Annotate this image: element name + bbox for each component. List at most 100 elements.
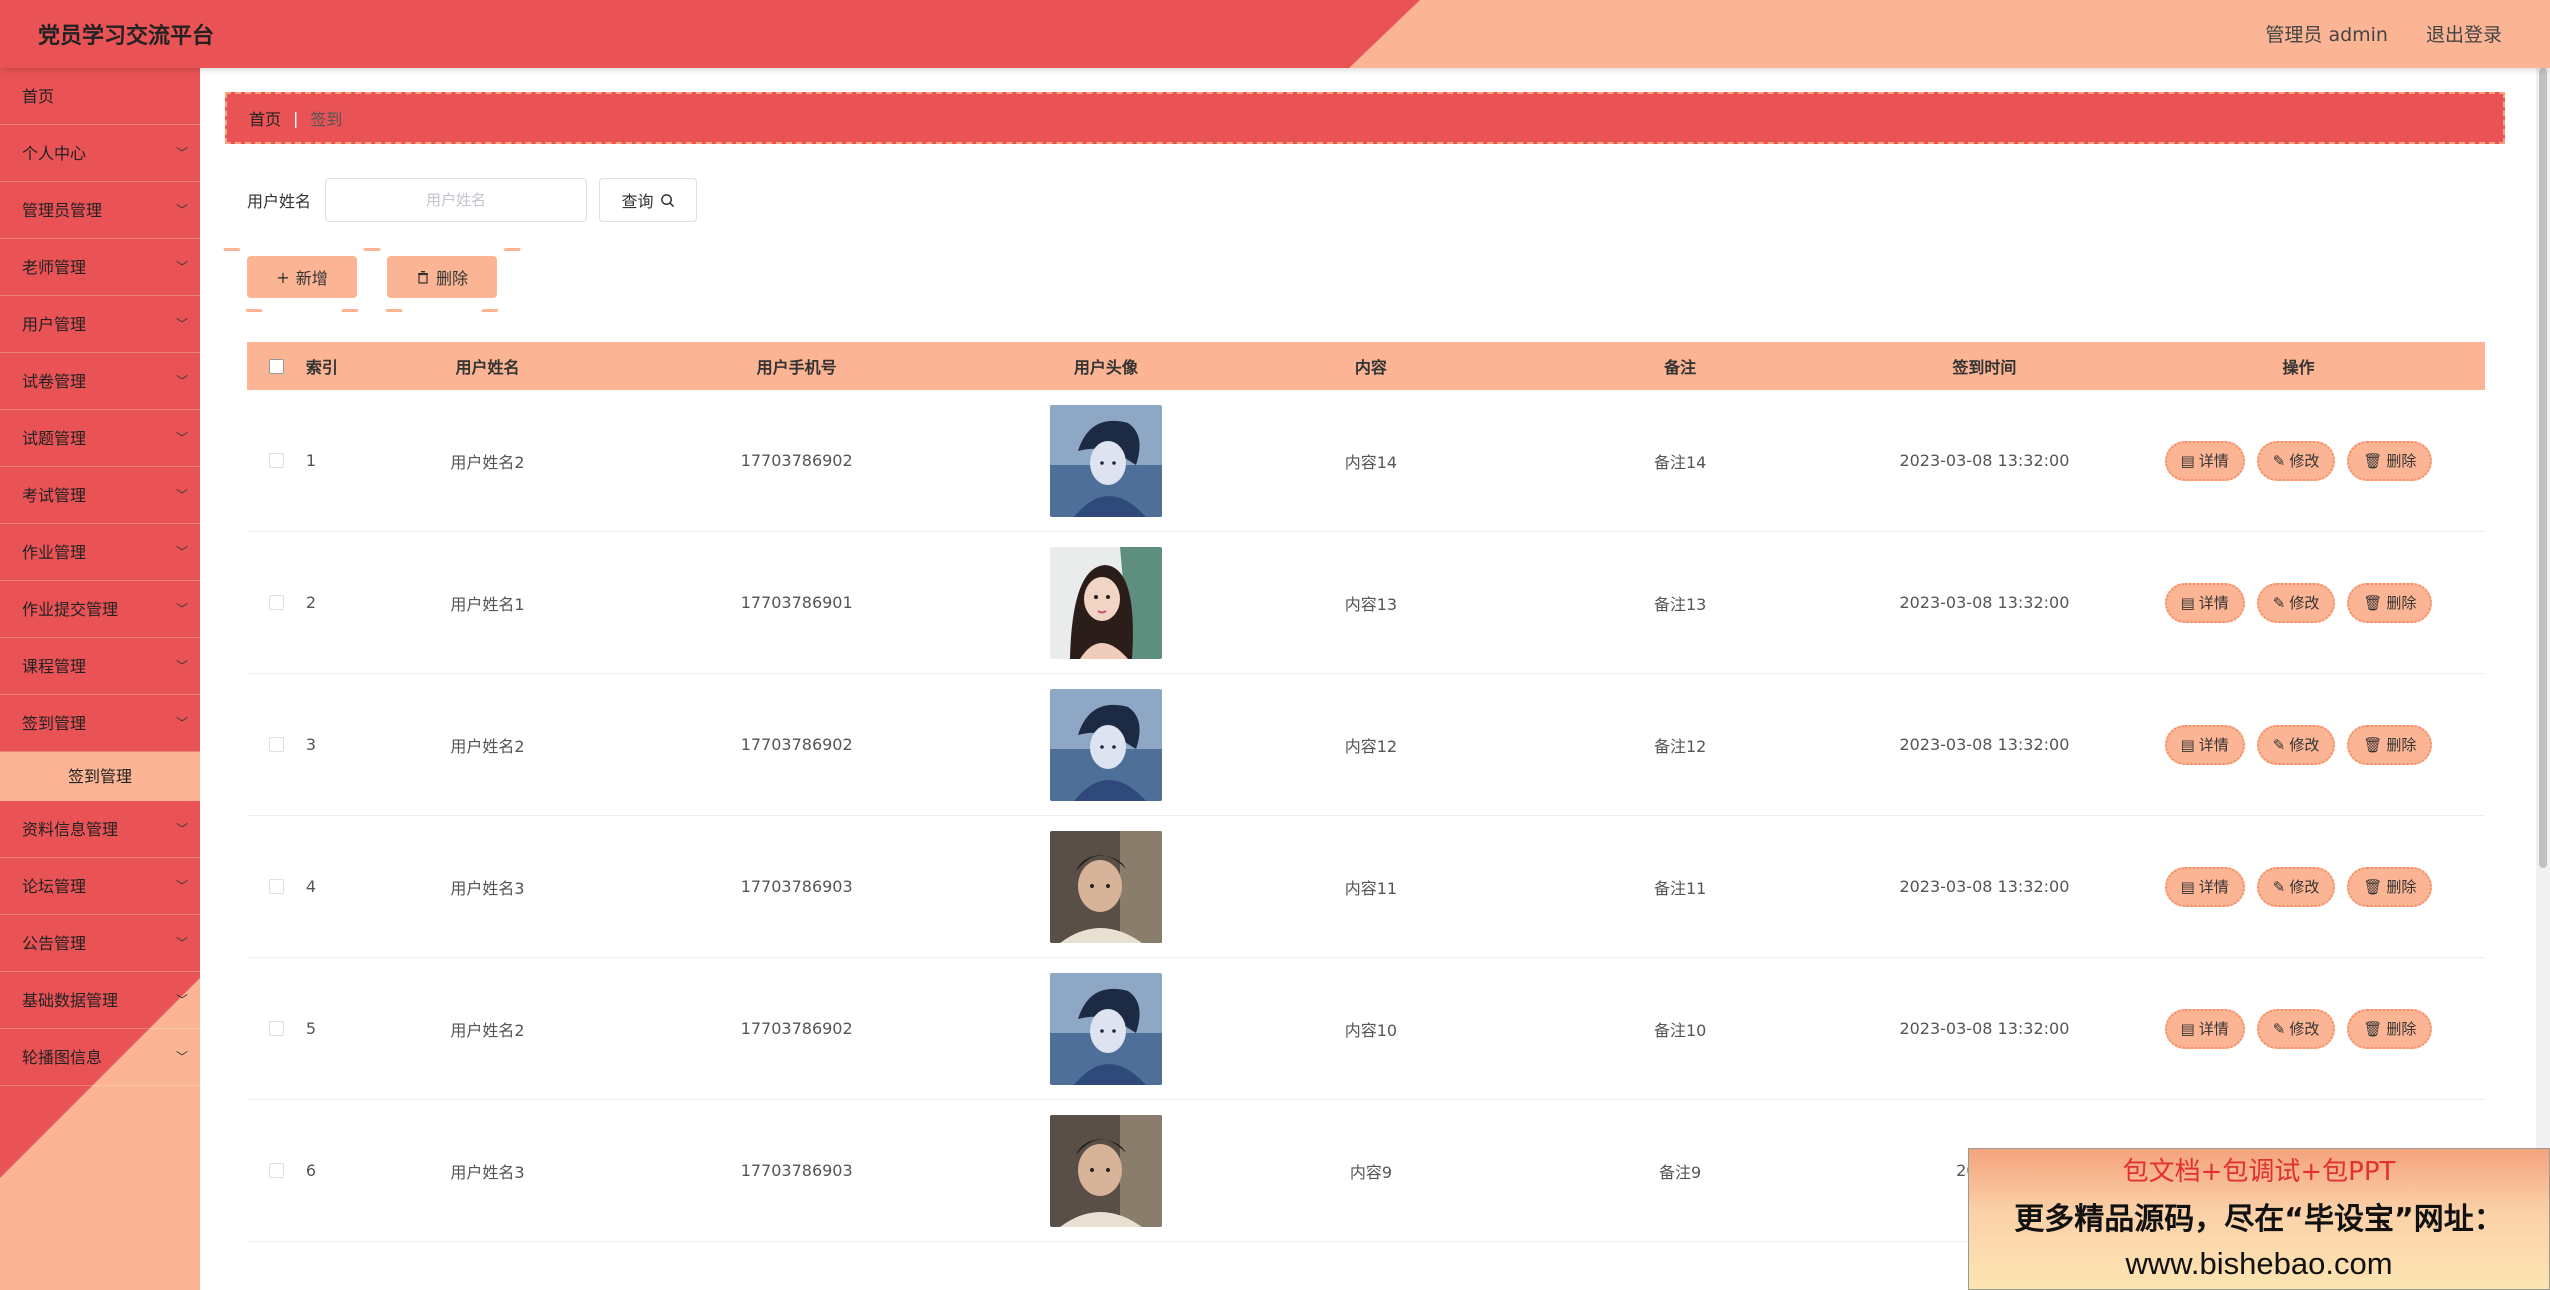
sidebar-item-after-2[interactable]: 公告管理 ﹀ (0, 915, 200, 972)
row-checkbox[interactable] (268, 1163, 284, 1178)
sidebar-item-5[interactable]: 试卷管理 ﹀ (0, 353, 200, 410)
search-bar: 用户姓名 查询 (247, 178, 698, 222)
edit-button[interactable]: ✎修改 (2256, 1008, 2336, 1049)
delete-row-button[interactable]: 🗑删除 (2347, 724, 2433, 765)
delete-row-button[interactable]: 🗑删除 (2347, 1008, 2433, 1049)
sidebar-item-label: 考试管理 (22, 486, 87, 505)
detail-button[interactable]: ▤详情 (2164, 1008, 2245, 1049)
sidebar-item-after-3[interactable]: 基础数据管理 ﹀ (0, 972, 200, 1029)
document-icon: ▤ (2180, 1019, 2195, 1038)
add-button[interactable]: + 新增 (247, 256, 357, 298)
chevron-down-icon: ﹀ (175, 260, 188, 274)
cell-time: 2023-03-08 13:32:00 (1899, 877, 2070, 896)
avatar-boy-illustration[interactable] (1049, 404, 1162, 517)
delete-label: 删除 (2386, 878, 2417, 896)
avatar-boy-illustration[interactable] (1049, 972, 1162, 1085)
chevron-down-icon: ﹀ (175, 1050, 188, 1064)
search-button[interactable]: 查询 (599, 178, 698, 222)
sidebar-item-label: 首页 (22, 87, 55, 106)
cell-phone: 17703786902 (740, 1019, 853, 1038)
edit-label: 修改 (2289, 452, 2320, 470)
cell-content: 内容10 (1344, 1020, 1398, 1040)
sidebar-item-10[interactable]: 课程管理 ﹀ (0, 638, 200, 695)
document-icon: ▤ (2180, 593, 2195, 612)
cell-content: 内容13 (1344, 594, 1398, 614)
chevron-down-icon: ﹀ (175, 488, 188, 502)
sidebar-item-8[interactable]: 作业管理 ﹀ (0, 524, 200, 581)
row-checkbox[interactable] (268, 1021, 284, 1036)
current-user[interactable]: 管理员 admin (2265, 20, 2388, 47)
sidebar-item-after-1[interactable]: 论坛管理 ﹀ (0, 858, 200, 915)
avatar-boy-photo[interactable] (1049, 830, 1162, 943)
detail-label: 详情 (2198, 452, 2229, 470)
sidebar-item-3[interactable]: 老师管理 ﹀ (0, 239, 200, 296)
page-scrollbar[interactable] (2536, 68, 2550, 1290)
sidebar-item-7[interactable]: 考试管理 ﹀ (0, 467, 200, 524)
sidebar-item-label: 个人中心 (22, 144, 87, 163)
watermark-url: www.bishebao.com (2125, 1246, 2393, 1281)
breadcrumb-home[interactable]: 首页 (249, 106, 281, 130)
document-icon: ▤ (2180, 735, 2195, 754)
sidebar-item-after-4[interactable]: 轮播图信息 ﹀ (0, 1029, 200, 1086)
cell-time: 2023-03-08 13:32:00 (1899, 1019, 2070, 1038)
delete-row-button[interactable]: 🗑删除 (2347, 582, 2433, 623)
cell-index: 2 (305, 593, 317, 612)
avatar-boy-illustration[interactable] (1049, 688, 1162, 801)
main-content: 首页 | 签到 用户姓名 查询 + 新增 删除 索引 用户姓名 用户手机号 用户… (200, 68, 2550, 1290)
batch-delete-button[interactable]: 删除 (387, 256, 497, 298)
sidebar-subitem-signin[interactable]: 签到管理 (0, 752, 200, 801)
scrollbar-thumb[interactable] (2539, 68, 2547, 868)
row-checkbox[interactable] (268, 453, 284, 468)
sidebar-item-label: 试卷管理 (22, 372, 87, 391)
sidebar-item-label: 论坛管理 (22, 877, 87, 896)
logout-link[interactable]: 退出登录 (2426, 20, 2502, 47)
trash-icon: 🗑 (2363, 1019, 2383, 1038)
edit-button[interactable]: ✎修改 (2256, 440, 2336, 481)
search-input[interactable] (325, 178, 588, 222)
promo-watermark: 包文档+包调试+包PPT 更多精品源码，尽在“毕设宝”网址： www.bishe… (1968, 1148, 2550, 1290)
delete-row-button[interactable]: 🗑删除 (2347, 866, 2433, 907)
detail-label: 详情 (2198, 1020, 2229, 1038)
cell-time: 2023-03-08 13:32:00 (1899, 735, 2070, 754)
detail-button[interactable]: ▤详情 (2164, 582, 2245, 623)
table-row: 1 用户姓名2 17703786902 内容14 备注14 2023-03-08 13:3… (247, 390, 2485, 532)
table-row: 3 用户姓名2 17703786902 内容12 备注12 2023-03-08 13:3… (247, 674, 2485, 816)
edit-button[interactable]: ✎修改 (2256, 582, 2336, 623)
sidebar-item-4[interactable]: 用户管理 ﹀ (0, 296, 200, 353)
edit-button[interactable]: ✎修改 (2256, 724, 2336, 765)
sidebar-item-0[interactable]: 首页 (0, 68, 200, 125)
edit-label: 修改 (2289, 878, 2320, 896)
table-header: 索引 用户姓名 用户手机号 用户头像 内容 备注 签到时间 操作 (247, 342, 2485, 390)
row-checkbox[interactable] (268, 737, 284, 752)
delete-label: 删除 (2386, 1020, 2417, 1038)
row-checkbox[interactable] (268, 595, 284, 610)
avatar-boy-photo[interactable] (1049, 1114, 1162, 1227)
cell-note: 备注12 (1653, 736, 1707, 756)
header-note: 备注 (1664, 358, 1697, 377)
edit-button[interactable]: ✎修改 (2256, 866, 2336, 907)
sidebar-item-6[interactable]: 试题管理 ﹀ (0, 410, 200, 467)
sidebar-item-label: 试题管理 (22, 429, 87, 448)
delete-row-button[interactable]: 🗑删除 (2347, 440, 2433, 481)
sidebar-item-after-0[interactable]: 资料信息管理 ﹀ (0, 801, 200, 858)
cell-content: 内容14 (1344, 452, 1398, 472)
detail-button[interactable]: ▤详情 (2164, 724, 2245, 765)
chevron-down-icon: ﹀ (175, 545, 188, 559)
chevron-down-icon: ﹀ (175, 716, 188, 730)
delete-button-label: 删除 (435, 269, 468, 288)
sidebar-item-11[interactable]: 签到管理 ﹀ (0, 695, 200, 752)
header-index: 索引 (305, 358, 338, 377)
select-all-checkbox[interactable] (268, 358, 284, 374)
detail-button[interactable]: ▤详情 (2164, 866, 2245, 907)
edit-label: 修改 (2289, 736, 2320, 754)
cell-note: 备注9 (1659, 1162, 1702, 1182)
sidebar-item-1[interactable]: 个人中心 ﹀ (0, 125, 200, 182)
sidebar-item-2[interactable]: 管理员管理 ﹀ (0, 182, 200, 239)
header-user-area: 管理员 admin 退出登录 (2265, 20, 2502, 47)
row-checkbox[interactable] (268, 879, 284, 894)
header-actions: 操作 (2282, 358, 2315, 377)
edit-label: 修改 (2289, 594, 2320, 612)
avatar-girl-illustration[interactable] (1049, 546, 1162, 659)
sidebar-item-9[interactable]: 作业提交管理 ﹀ (0, 581, 200, 638)
detail-button[interactable]: ▤详情 (2164, 440, 2245, 481)
